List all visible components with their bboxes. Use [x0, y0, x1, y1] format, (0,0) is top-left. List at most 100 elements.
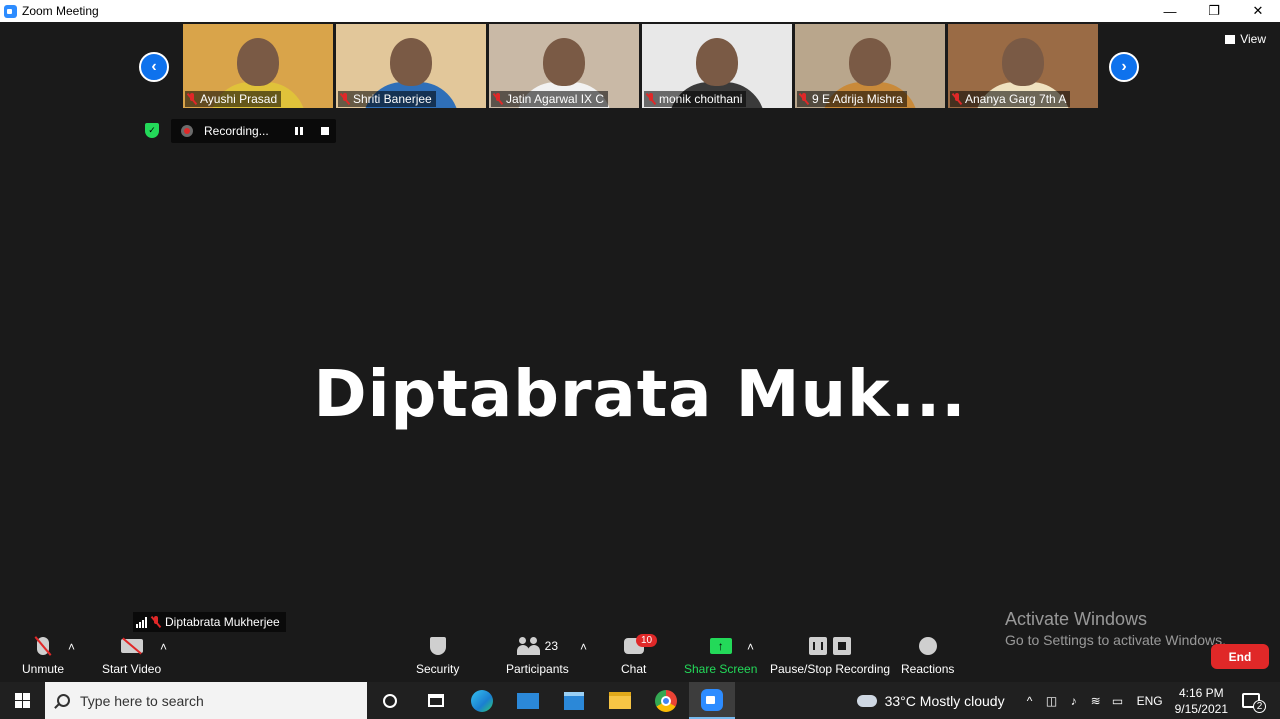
meet-now-icon[interactable]: ◫: [1041, 694, 1063, 708]
share-screen-icon: ↑: [709, 638, 732, 654]
participant-name: 9 E Adrija Mishra: [812, 92, 903, 106]
watermark-title: Activate Windows: [1005, 609, 1148, 629]
participant-tile[interactable]: Shriti Banerjee: [336, 24, 486, 108]
gallery-prev-button[interactable]: ‹: [139, 52, 169, 82]
encryption-shield-icon[interactable]: ✓: [145, 123, 159, 138]
participant-name: Ananya Garg 7th A: [965, 92, 1067, 106]
participant-name: Shriti Banerjee: [353, 92, 432, 106]
security-button[interactable]: Security: [416, 634, 459, 676]
search-placeholder: Type here to search: [80, 692, 204, 709]
audio-options-caret[interactable]: ˄: [68, 640, 75, 654]
minimize-button[interactable]: —: [1148, 0, 1192, 22]
restore-button[interactable]: ❐: [1192, 0, 1236, 22]
participant-tile[interactable]: Jatin Agarwal IX C: [489, 24, 639, 108]
microphone-muted-icon: [37, 637, 50, 655]
participant-video-head: [390, 38, 432, 86]
recording-dot-icon: [181, 125, 193, 137]
taskbar-search[interactable]: Type here to search: [45, 682, 367, 719]
chat-unread-badge: 10: [636, 634, 658, 647]
active-speaker-label: Diptabrata Mukherjee: [133, 612, 286, 632]
file-explorer-taskbar-button[interactable]: [597, 682, 643, 719]
cortana-button[interactable]: [367, 682, 413, 719]
pause-stop-recording-button[interactable]: Pause/Stop Recording: [770, 634, 890, 676]
mail-taskbar-button[interactable]: [505, 682, 551, 719]
participants-icon: [516, 637, 541, 655]
meeting-area: ‹ Ayushi Prasad Shriti Banerjee Jatin Agar…: [0, 22, 1280, 682]
stop-icon: [833, 637, 852, 655]
reactions-button[interactable]: Reactions: [901, 634, 954, 676]
mic-muted-icon: [340, 93, 350, 105]
start-button[interactable]: [0, 682, 45, 719]
watermark-subtitle: Go to Settings to activate Windows.: [1005, 632, 1226, 648]
end-meeting-button[interactable]: End: [1211, 644, 1269, 669]
task-view-icon: [428, 694, 444, 707]
chevron-right-icon: ›: [1121, 58, 1127, 75]
language-indicator[interactable]: ENG: [1137, 694, 1163, 708]
mail-icon: [517, 692, 539, 709]
participant-name: monik choithani: [659, 92, 743, 106]
zoom-icon: [701, 688, 723, 711]
store-taskbar-button[interactable]: [551, 682, 597, 719]
participant-video-head: [696, 38, 738, 86]
participants-button[interactable]: 23 Participants: [506, 634, 569, 676]
stop-recording-icon[interactable]: [321, 127, 329, 135]
signal-strength-icon: [136, 616, 147, 628]
participants-options-caret[interactable]: ˄: [580, 640, 587, 654]
participant-strip: Ayushi Prasad Shriti Banerjee Jatin Agarwa…: [183, 24, 1098, 108]
folder-icon: [609, 692, 631, 709]
battery-icon[interactable]: ▭: [1107, 694, 1129, 708]
cortana-icon: [383, 693, 397, 708]
mic-muted-icon: [952, 93, 962, 105]
shield-icon: [429, 637, 446, 655]
view-label: View: [1240, 32, 1266, 46]
security-label: Security: [416, 662, 460, 676]
participants-count: 23: [544, 639, 559, 653]
close-button[interactable]: ✕: [1236, 0, 1280, 22]
mic-muted-icon: [187, 93, 197, 105]
participant-tile[interactable]: 9 E Adrija Mishra: [795, 24, 945, 108]
reactions-label: Reactions: [901, 662, 955, 676]
participant-tile[interactable]: Ayushi Prasad: [183, 24, 333, 108]
participant-name-tag: monik choithani: [644, 91, 747, 107]
pause-recording-icon[interactable]: [295, 127, 303, 135]
clock-time: 4:16 PM: [1178, 685, 1224, 700]
weather-widget[interactable]: 33°C Mostly cloudy: [885, 693, 1005, 709]
zoom-app-icon: [4, 4, 17, 18]
mic-muted-icon: [646, 93, 656, 105]
notification-center-icon[interactable]: 2: [1242, 693, 1266, 713]
video-options-caret[interactable]: ˄: [160, 640, 167, 654]
system-tray: 33°C Mostly cloudy ^ ◫ ♪ ≋ ▭ ENG 4:16 PM…: [856, 682, 1280, 719]
edge-taskbar-button[interactable]: [459, 682, 505, 719]
mic-muted-icon: [151, 616, 161, 628]
task-view-button[interactable]: [413, 682, 459, 719]
unmute-label: Unmute: [22, 662, 65, 676]
title-bar: Zoom Meeting — ❐ ✕: [0, 0, 1280, 22]
unmute-button[interactable]: Unmute: [22, 634, 64, 676]
window-title: Zoom Meeting: [22, 4, 99, 18]
clock[interactable]: 4:16 PM 9/15/2021: [1175, 685, 1228, 717]
mic-muted-icon: [799, 93, 809, 105]
volume-icon[interactable]: ♪: [1063, 694, 1085, 708]
gallery-next-button[interactable]: ›: [1109, 52, 1139, 82]
start-video-button[interactable]: Start Video: [102, 634, 161, 676]
chevron-up-icon[interactable]: ^: [1019, 694, 1041, 708]
wifi-icon[interactable]: ≋: [1085, 694, 1107, 708]
participant-video-head: [543, 38, 585, 86]
chrome-icon: [655, 689, 677, 712]
active-speaker-label-text: Diptabrata Mukherjee: [165, 615, 280, 629]
share-options-caret[interactable]: ˄: [747, 640, 754, 654]
view-button[interactable]: View: [1225, 32, 1266, 46]
chat-label: Chat: [621, 662, 647, 676]
participant-tile[interactable]: Ananya Garg 7th A: [948, 24, 1098, 108]
zoom-taskbar-button[interactable]: [689, 682, 735, 719]
participant-tile[interactable]: monik choithani: [642, 24, 792, 108]
activate-windows-watermark: Activate Windows Go to Settings to activ…: [1005, 609, 1226, 648]
participant-name: Jatin Agarwal IX C: [506, 92, 605, 106]
participant-name-tag: Ayushi Prasad: [185, 91, 282, 107]
smiley-icon: [918, 637, 937, 655]
participant-name-tag: Shriti Banerjee: [338, 91, 436, 107]
pause-icon: [809, 637, 828, 655]
chrome-taskbar-button[interactable]: [643, 682, 689, 719]
edge-icon: [471, 689, 493, 712]
recording-status: Recording...: [204, 124, 269, 138]
